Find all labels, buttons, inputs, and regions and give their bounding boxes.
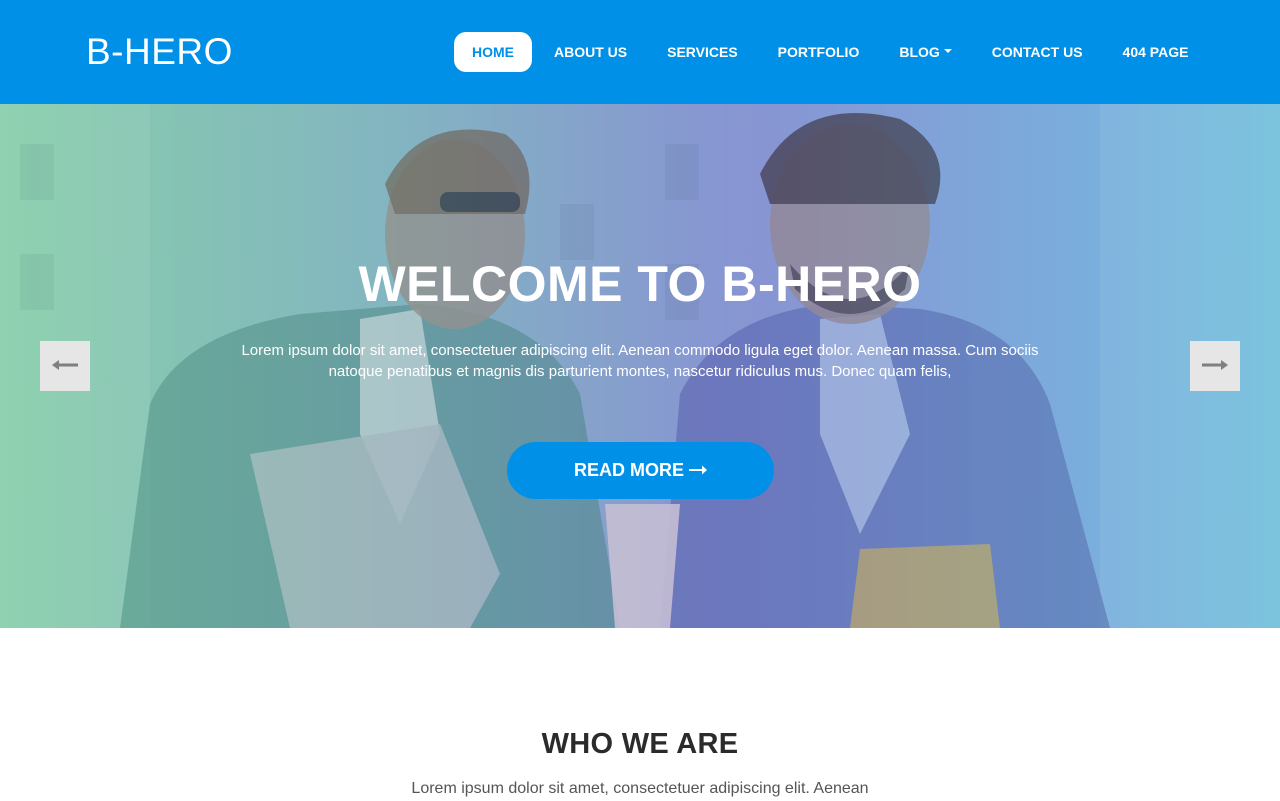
- read-more-button[interactable]: READ MORE: [507, 442, 774, 499]
- nav-link-blog-label: BLOG: [899, 44, 940, 60]
- nav-link-portfolio[interactable]: PORTFOLIO: [758, 32, 880, 72]
- section-description: Lorem ipsum dolor sit amet, consectetuer…: [411, 780, 869, 797]
- hero-description: Lorem ipsum dolor sit amet, consectetuer…: [240, 340, 1040, 382]
- nav-item-blog: BLOG: [879, 32, 971, 72]
- brand-logo[interactable]: B-HERO: [86, 31, 233, 73]
- nav-item-portfolio: PORTFOLIO: [758, 32, 880, 72]
- hero-carousel: WELCOME TO B-HERO Lorem ipsum dolor sit …: [0, 104, 1280, 628]
- nav-link-contact-us[interactable]: CONTACT US: [972, 32, 1103, 72]
- section-title: WHO WE ARE: [541, 728, 739, 760]
- nav-item-home: HOME: [454, 32, 534, 72]
- nav-link-404-page[interactable]: 404 PAGE: [1103, 32, 1209, 72]
- nav-link-services[interactable]: SERVICES: [647, 32, 758, 72]
- nav-item-about: ABOUT US: [534, 32, 647, 72]
- arrow-left-icon: [52, 359, 78, 374]
- nav-link-blog-dropdown[interactable]: BLOG: [879, 32, 971, 72]
- nav-link-home[interactable]: HOME: [454, 32, 532, 72]
- nav-item-404: 404 PAGE: [1103, 32, 1209, 72]
- nav-item-services: SERVICES: [647, 32, 758, 72]
- hero-title: WELCOME TO B-HERO: [358, 256, 922, 312]
- carousel-next-button[interactable]: [1190, 341, 1240, 391]
- main-nav: HOME ABOUT US SERVICES PORTFOLIO BLOG CO…: [454, 32, 1208, 72]
- arrow-right-icon: [689, 460, 707, 481]
- nav-item-contact: CONTACT US: [972, 32, 1103, 72]
- caret-down-icon: [943, 49, 952, 53]
- carousel-prev-button[interactable]: [40, 341, 90, 391]
- hero-description-line-2: natoque penatibus et magnis dis parturie…: [328, 363, 952, 380]
- read-more-label: READ MORE: [573, 460, 684, 480]
- site-header: B-HERO HOME ABOUT US SERVICES PORTFOLIO …: [0, 0, 1280, 104]
- hero-description-line-1: Lorem ipsum dolor sit amet, consectetuer…: [241, 342, 1039, 359]
- nav-link-about-us[interactable]: ABOUT US: [534, 32, 647, 72]
- arrow-right-icon: [1202, 359, 1228, 374]
